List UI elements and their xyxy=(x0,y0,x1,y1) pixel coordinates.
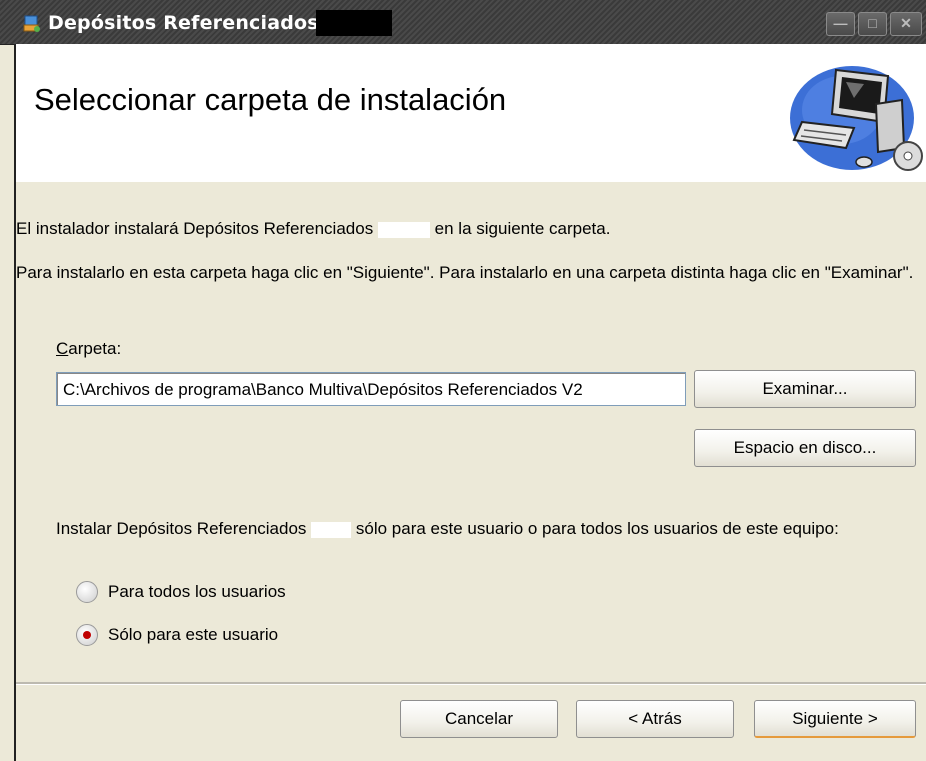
scope-prompt-end: sólo para este usuario o para todos los … xyxy=(355,519,839,538)
header-banner: Seleccionar carpeta de instalación xyxy=(16,44,926,184)
folder-label: Carpeta: xyxy=(56,338,121,360)
intro-text-start: El instalador instalará Depósitos Refere… xyxy=(16,219,374,238)
scope-prompt-start: Instalar Depósitos Referenciados xyxy=(56,519,307,538)
close-button[interactable]: ✕ xyxy=(890,12,922,36)
intro-text-end: en la siguiente carpeta. xyxy=(434,219,611,238)
folder-path-input[interactable]: C:\Archivos de programa\Banco Multiva\De… xyxy=(56,372,686,406)
redacted-block xyxy=(316,10,392,36)
instruction-text: Para instalarlo en esta carpeta haga cli… xyxy=(16,263,914,282)
minimize-button[interactable]: — xyxy=(826,12,855,36)
radio-current-user[interactable] xyxy=(76,624,98,646)
redacted-version xyxy=(311,521,352,538)
folder-label-text: arpeta: xyxy=(68,339,122,358)
computer-setup-icon xyxy=(790,66,923,171)
radio-current-user-label[interactable]: Sólo para este usuario xyxy=(108,624,278,646)
maximize-button[interactable]: □ xyxy=(858,12,887,36)
footer-divider xyxy=(16,682,926,685)
back-button[interactable]: < Atrás xyxy=(576,700,734,738)
scope-prompt: Instalar Depósitos Referenciados sólo pa… xyxy=(56,518,916,540)
page-title: Seleccionar carpeta de instalación xyxy=(34,82,507,117)
radio-all-users[interactable] xyxy=(76,581,98,603)
next-button[interactable]: Siguiente > xyxy=(754,700,916,738)
dialog-body: El instalador instalará Depósitos Refere… xyxy=(16,182,926,761)
radio-all-users-label[interactable]: Para todos los usuarios xyxy=(108,581,286,603)
redacted-version xyxy=(377,221,430,238)
cancel-button[interactable]: Cancelar xyxy=(400,700,558,738)
radio-selected-dot xyxy=(83,631,91,639)
installer-app-icon xyxy=(23,15,40,32)
intro-line: El instalador instalará Depósitos Refere… xyxy=(16,218,610,240)
title-bar[interactable]: Depósitos Referenciados — □ ✕ xyxy=(0,0,926,45)
installer-window: Depósitos Referenciados — □ ✕ Selecciona… xyxy=(0,0,926,761)
folder-label-accesskey: C xyxy=(56,339,69,358)
window-title: Depósitos Referenciados xyxy=(48,12,319,34)
disk-space-button[interactable]: Espacio en disco... xyxy=(694,429,916,467)
browse-button[interactable]: Examinar... xyxy=(694,370,916,408)
